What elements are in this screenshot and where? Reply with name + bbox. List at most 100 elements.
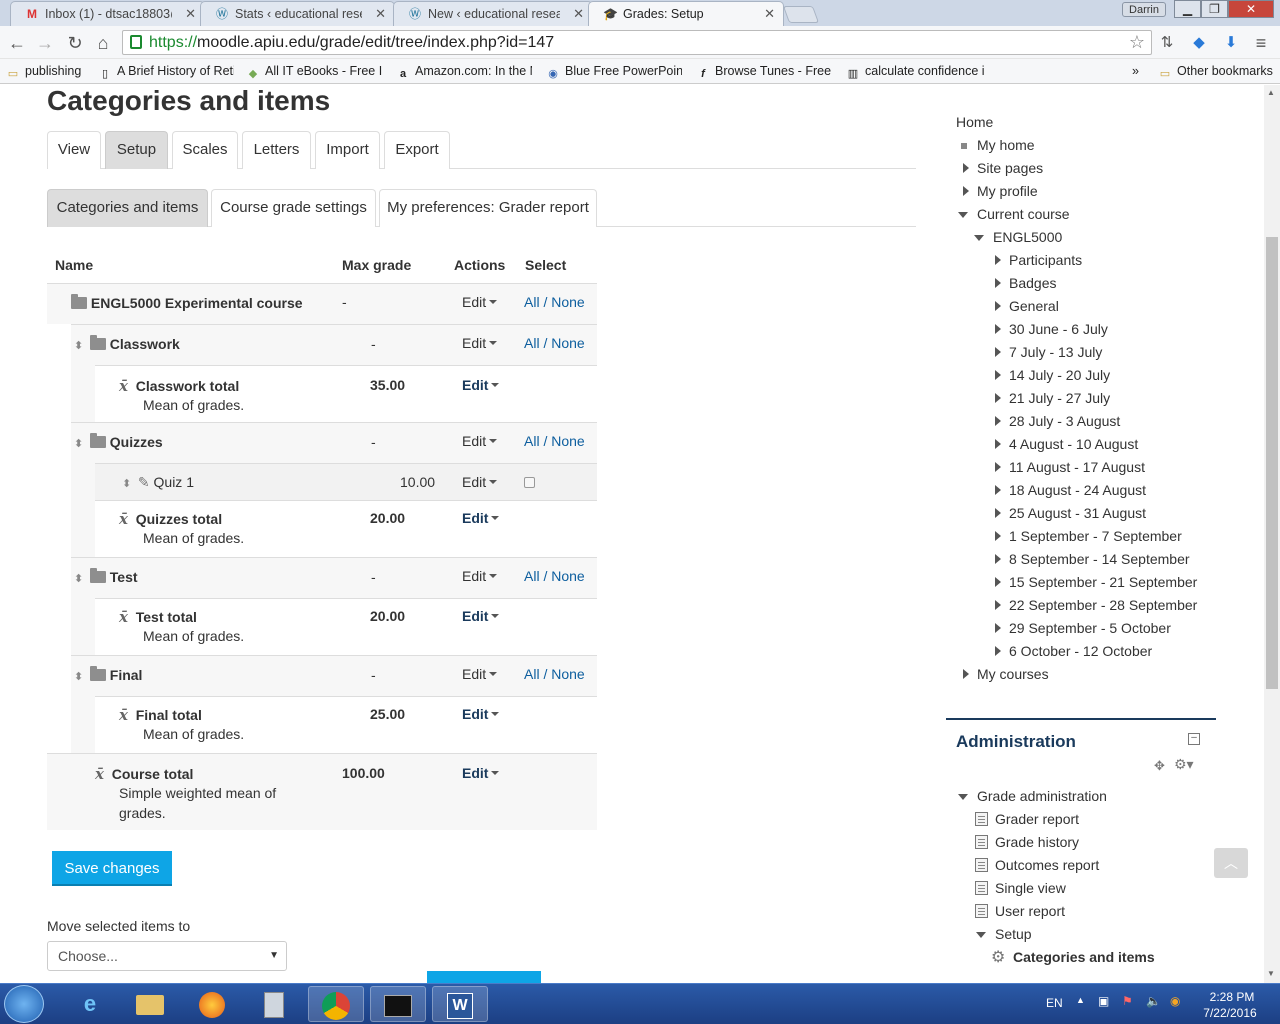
clock-date[interactable]: 7/22/2016: [1200, 1006, 1260, 1020]
scroll-down-icon[interactable]: ▼: [1267, 969, 1275, 978]
nav-item[interactable]: My profile: [977, 183, 1038, 199]
close-tab-icon[interactable]: ✕: [573, 6, 584, 22]
collapsed-arrow-icon[interactable]: [995, 324, 1001, 334]
collapsed-arrow-icon[interactable]: [995, 462, 1001, 472]
tab-grades-setup[interactable]: 🎓 Grades: Setup ✕: [588, 1, 784, 26]
download-extension-icon[interactable]: ⬇: [1220, 32, 1242, 54]
nav-item[interactable]: 4 August - 10 August: [1009, 436, 1138, 452]
command-prompt-icon[interactable]: [370, 986, 426, 1022]
select-all-none[interactable]: All / None: [524, 568, 585, 584]
clock-time[interactable]: 2:28 PM: [1204, 990, 1260, 1004]
collapsed-arrow-icon[interactable]: [995, 577, 1001, 587]
language-indicator[interactable]: EN: [1046, 996, 1063, 1010]
volume-icon[interactable]: 🔈: [1146, 994, 1161, 1008]
collapsed-arrow-icon[interactable]: [963, 669, 969, 679]
collapsed-arrow-icon[interactable]: [995, 393, 1001, 403]
nav-item[interactable]: General: [1009, 298, 1059, 314]
action-center-icon[interactable]: ⚑: [1122, 994, 1133, 1008]
expanded-arrow-icon[interactable]: [976, 932, 986, 938]
collapsed-arrow-icon[interactable]: [995, 531, 1001, 541]
move-icon[interactable]: ⬍: [74, 670, 86, 683]
page-scrollbar[interactable]: ▲ ▼: [1264, 85, 1280, 983]
tab-export[interactable]: Export: [384, 131, 450, 169]
show-hidden-icons[interactable]: ▲: [1076, 995, 1085, 1005]
edit-menu[interactable]: Edit: [462, 666, 498, 682]
forward-icon[interactable]: →: [34, 32, 56, 54]
admin-item[interactable]: Grade administration: [977, 788, 1107, 804]
collapsed-arrow-icon[interactable]: [963, 163, 969, 173]
edit-menu[interactable]: Edit: [462, 765, 500, 781]
nav-home[interactable]: Home: [956, 114, 993, 130]
bookmark-it-ebooks[interactable]: ◆ All IT eBooks - Free IT: [246, 62, 382, 80]
nav-item[interactable]: 21 July - 27 July: [1009, 390, 1110, 406]
bookmark-confidence[interactable]: ▥ calculate confidence i: [846, 62, 986, 80]
new-tab-button[interactable]: [782, 6, 820, 23]
edit-menu[interactable]: Edit: [462, 294, 498, 310]
nav-item[interactable]: 28 July - 3 August: [1009, 413, 1120, 429]
select-checkbox[interactable]: [524, 475, 535, 491]
nav-item[interactable]: 22 September - 28 September: [1009, 597, 1197, 613]
edit-menu[interactable]: Edit: [462, 433, 498, 449]
close-tab-icon[interactable]: ✕: [185, 6, 196, 22]
subtab-course-grade-settings[interactable]: Course grade settings: [211, 189, 376, 227]
collapsed-arrow-icon[interactable]: [995, 416, 1001, 426]
move-target-select[interactable]: Choose... ▼: [47, 941, 287, 971]
tab-view[interactable]: View: [47, 131, 101, 169]
select-all-none[interactable]: All / None: [524, 433, 585, 449]
collapse-block-icon[interactable]: –: [1188, 733, 1200, 745]
minimize-button[interactable]: ▁: [1174, 0, 1201, 18]
collapsed-arrow-icon[interactable]: [995, 255, 1001, 265]
close-window-button[interactable]: ✕: [1228, 0, 1274, 18]
nav-item[interactable]: 30 June - 6 July: [1009, 321, 1108, 337]
admin-item[interactable]: Grader report: [995, 811, 1079, 827]
move-icon[interactable]: ⬍: [74, 437, 86, 450]
close-tab-icon[interactable]: ✕: [375, 6, 386, 22]
admin-item[interactable]: User report: [995, 903, 1065, 919]
tab-gmail[interactable]: MInbox (1) - dtsac18803@g✕: [10, 1, 205, 26]
edit-menu[interactable]: Edit: [462, 335, 498, 351]
move-icon[interactable]: ⬍: [74, 339, 86, 352]
tab-letters[interactable]: Letters: [242, 131, 311, 169]
subtab-categories-and-items[interactable]: Categories and items: [47, 189, 208, 227]
extension-icon[interactable]: ◆: [1188, 32, 1210, 54]
internet-explorer-icon[interactable]: e: [62, 986, 118, 1022]
collapsed-arrow-icon[interactable]: [995, 301, 1001, 311]
more-bookmarks-icon[interactable]: »: [1132, 62, 1146, 80]
tab-stats[interactable]: ⓌStats ‹ educational resear✕: [200, 1, 395, 26]
scroll-up-icon[interactable]: ▲: [1267, 88, 1275, 97]
collapsed-arrow-icon[interactable]: [963, 186, 969, 196]
translate-icon[interactable]: ⇅: [1156, 32, 1178, 54]
back-to-top-button[interactable]: ︿: [1214, 848, 1248, 878]
nav-item[interactable]: 8 September - 14 September: [1009, 551, 1190, 567]
expanded-arrow-icon[interactable]: [958, 794, 968, 800]
profile-badge[interactable]: Darrin: [1122, 2, 1166, 17]
admin-item[interactable]: Outcomes report: [995, 857, 1099, 873]
nav-item[interactable]: My courses: [977, 666, 1049, 682]
nav-item[interactable]: 6 October - 12 October: [1009, 643, 1152, 659]
start-button[interactable]: [4, 985, 44, 1023]
move-icon[interactable]: ⬍: [122, 477, 134, 490]
nav-item[interactable]: 25 August - 31 August: [1009, 505, 1146, 521]
nav-item[interactable]: My home: [977, 137, 1035, 153]
bookmark-history[interactable]: ▯ A Brief History of Reti: [98, 62, 234, 80]
maximize-button[interactable]: ❐: [1201, 0, 1228, 18]
nav-item[interactable]: Badges: [1009, 275, 1056, 291]
bookmark-tunes[interactable]: f Browse Tunes - Free F: [696, 62, 832, 80]
nav-item[interactable]: 29 September - 5 October: [1009, 620, 1171, 636]
move-icon[interactable]: ⬍: [74, 572, 86, 585]
firefox-icon[interactable]: [184, 986, 240, 1022]
reload-icon[interactable]: ↻: [64, 32, 86, 54]
move-block-icon[interactable]: ✥: [1154, 758, 1165, 774]
bookmark-powerpoint[interactable]: ◉ Blue Free PowerPoint: [546, 62, 682, 80]
nav-item[interactable]: ENGL5000: [993, 229, 1062, 245]
collapsed-arrow-icon[interactable]: [995, 439, 1001, 449]
collapsed-arrow-icon[interactable]: [995, 485, 1001, 495]
tab-scales[interactable]: Scales: [172, 131, 238, 169]
collapsed-arrow-icon[interactable]: [995, 646, 1001, 656]
collapsed-arrow-icon[interactable]: [995, 554, 1001, 564]
collapsed-arrow-icon[interactable]: [995, 370, 1001, 380]
nav-item[interactable]: 15 September - 21 September: [1009, 574, 1197, 590]
edit-menu[interactable]: Edit: [462, 474, 498, 490]
admin-item[interactable]: Setup: [995, 926, 1032, 942]
edit-menu[interactable]: Edit: [462, 377, 500, 393]
